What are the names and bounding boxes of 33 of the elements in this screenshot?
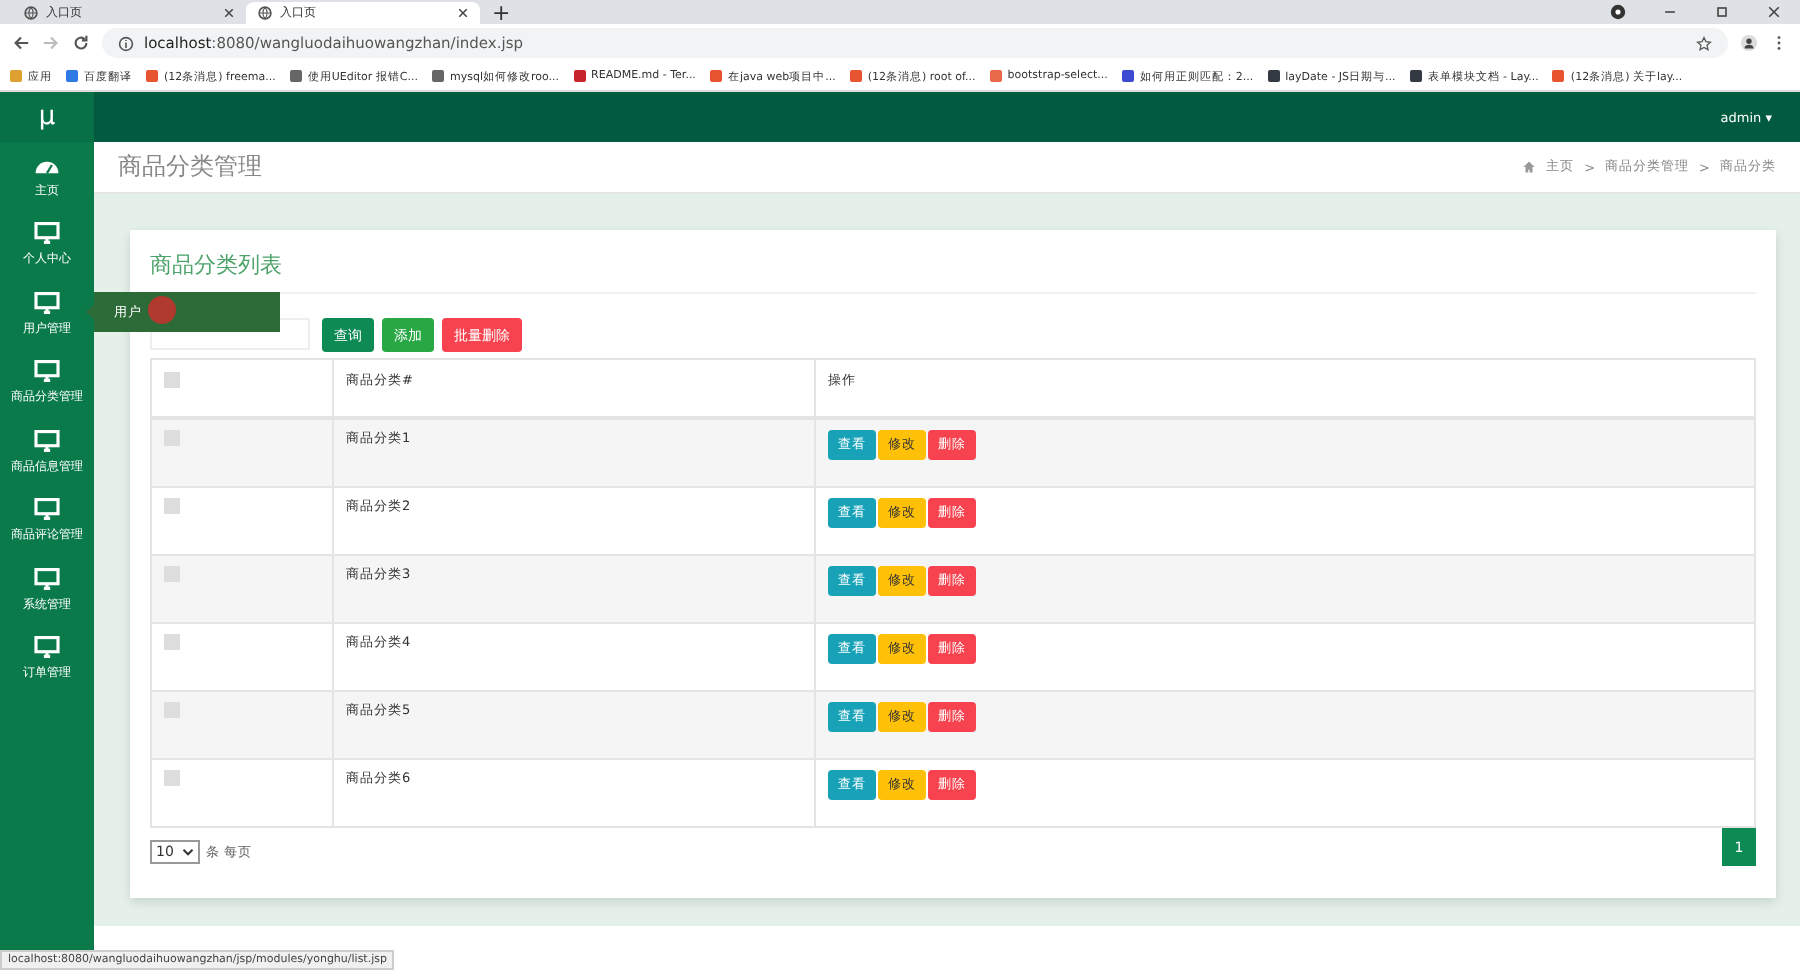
checkbox[interactable] (164, 372, 180, 388)
account-icon[interactable] (1740, 34, 1758, 52)
checkbox[interactable] (164, 770, 180, 786)
reload-icon[interactable] (72, 34, 90, 52)
caret-icon (181, 848, 194, 856)
close-icon[interactable] (1766, 4, 1782, 20)
checkbox[interactable] (164, 430, 180, 446)
info-icon (118, 35, 134, 51)
globe-icon (258, 6, 272, 20)
checkbox[interactable] (164, 498, 180, 514)
card-title: 商品分类列表 (150, 250, 1756, 294)
checkbox[interactable] (164, 634, 180, 650)
monitor-icon (34, 567, 60, 590)
page-title: 商品分类管理 (118, 150, 262, 184)
monitor-icon (34, 360, 60, 383)
back-icon[interactable] (12, 34, 30, 52)
monitor-icon (34, 429, 60, 452)
home-icon (1522, 160, 1537, 174)
close-icon[interactable] (458, 8, 468, 18)
new-tab-button[interactable]: + (480, 2, 523, 24)
checkbox[interactable] (164, 566, 180, 582)
globe-icon (24, 6, 38, 20)
checkbox[interactable] (164, 702, 180, 718)
star-icon[interactable] (1696, 35, 1712, 51)
restore-icon[interactable] (1714, 4, 1730, 20)
monitor-icon (34, 636, 60, 659)
profile-icon[interactable] (1610, 4, 1626, 20)
monitor-icon (34, 291, 60, 314)
logo: μ (0, 92, 94, 142)
search-field[interactable] (150, 318, 310, 350)
monitor-icon (34, 498, 60, 521)
close-icon[interactable] (224, 8, 234, 18)
monitor-icon (34, 222, 60, 245)
